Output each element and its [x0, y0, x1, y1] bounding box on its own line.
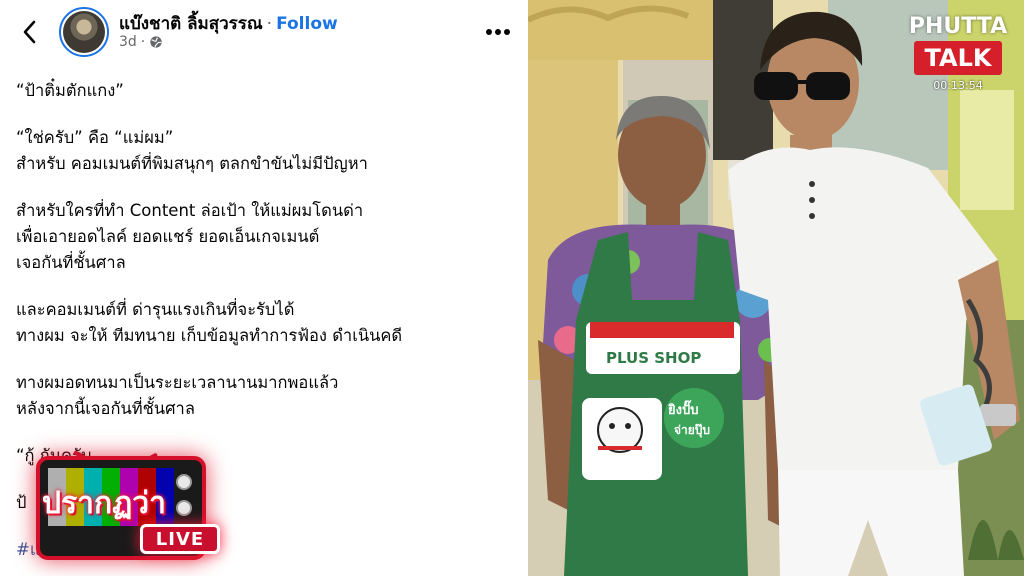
follow-button[interactable]: Follow: [276, 14, 338, 34]
post-text-line: “ใช่ครับ” คือ “แม่ผม”: [16, 128, 174, 147]
apron-brand: PLUS SHOP: [606, 349, 701, 367]
overlay-title: ปรากฏว่า: [42, 486, 166, 521]
author-line: แบ๊งชาติ ลิ้มสุวรรณ · Follow: [119, 10, 338, 37]
post-text-line: “ป้าติ๋มตักแกง”: [16, 81, 124, 100]
post-text-line: หลังจากนี้เจอกันที่ชั้นศาล: [16, 399, 195, 418]
facebook-post: แบ๊งชาติ ลิ้มสุวรรณ · Follow 3d · “ป้าติ๋ม…: [0, 0, 528, 576]
video-timestamp: 00:13:54: [933, 79, 983, 92]
watermark-badge: TALK: [914, 41, 1002, 75]
post-text-line: สำหรับ คอมเมนต์ที่พิมสนุกๆ ตลกขำขันไม่มี…: [16, 154, 368, 173]
post-meta: 3d ·: [119, 34, 163, 50]
author-name[interactable]: แบ๊งชาติ ลิ้มสุวรรณ: [119, 14, 263, 34]
post-header: แบ๊งชาติ ลิ้มสุวรรณ · Follow 3d ·: [0, 0, 528, 64]
back-button[interactable]: [14, 14, 44, 50]
tv-logo-overlay: ปรากฏว่า LIVE: [28, 438, 228, 574]
post-text-line: สำหรับใครที่ทำ Content ล่อเป้า ให้แม่ผมโ…: [16, 201, 364, 220]
post-text-line: เจอกันที่ชั้นศาล: [16, 253, 126, 272]
watermark-top: PHUTTA: [908, 14, 1008, 39]
back-arrow-icon: [23, 20, 36, 44]
globe-icon: [150, 36, 162, 48]
post-text-line: ทางผม จะให้ ทีมทนาย เก็บข้อมูลทำการฟ้อง …: [16, 326, 403, 345]
more-icon: [486, 29, 510, 35]
channel-watermark: PHUTTA TALK 00:13:54: [906, 14, 1010, 106]
apron-slogan-2: จ่ายปุ๊บ: [674, 423, 710, 438]
post-time[interactable]: 3d: [119, 34, 137, 50]
author-avatar[interactable]: [59, 7, 109, 57]
separator: ·: [266, 14, 273, 34]
post-text-line: และคอมเมนต์ที่ ด่ารุนแรงเกินที่จะรับได้: [16, 300, 295, 319]
post-text-line: เพื่อเอายอดไลค์ ยอดแชร์ ยอดเอ็นเกจเมนต์: [16, 227, 320, 246]
apron-slogan-1: ยิงปั๊บ: [668, 400, 699, 418]
more-options-button[interactable]: [481, 18, 515, 46]
live-badge: LIVE: [140, 524, 220, 554]
post-text-line: ทางผมอดทนมาเป็นระยะเวลานานมากพอแล้ว: [16, 373, 339, 392]
